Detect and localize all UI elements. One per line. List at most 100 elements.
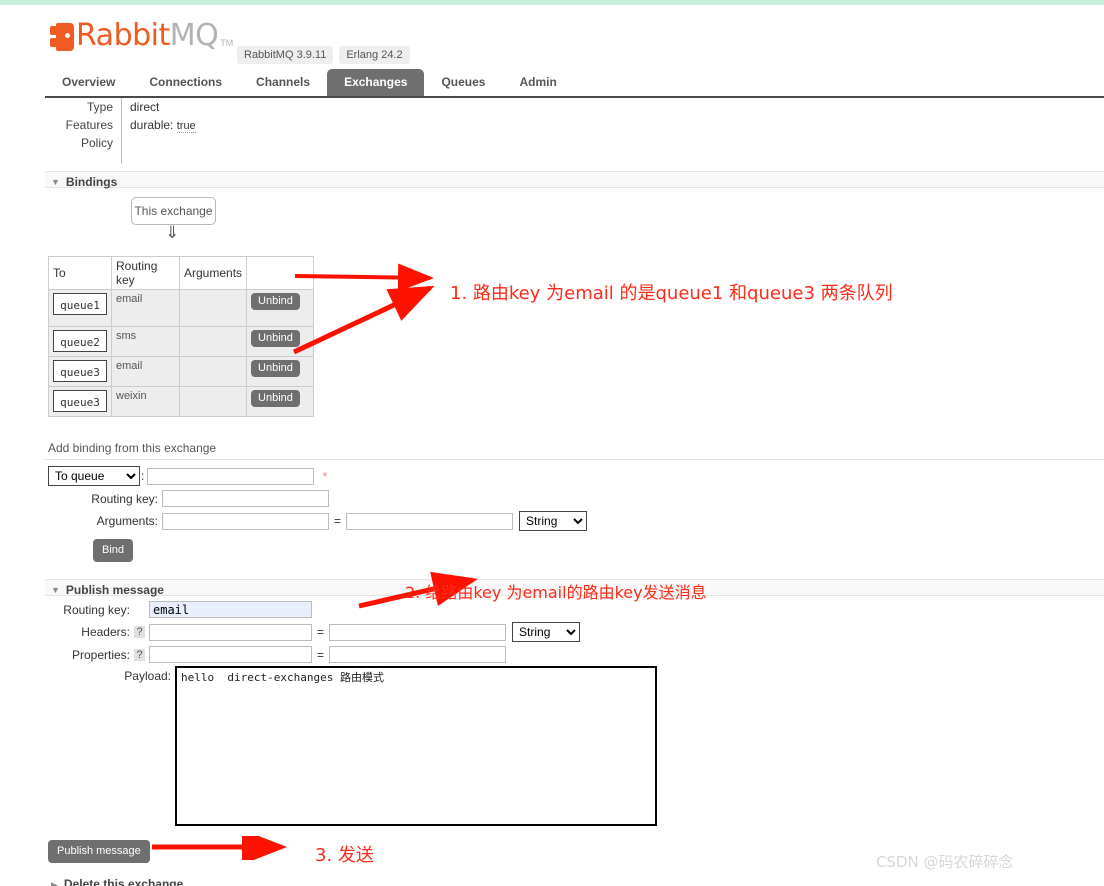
- value-type: direct: [130, 100, 160, 114]
- binding-destination-select[interactable]: To queue To exchange: [48, 466, 140, 486]
- tab-admin[interactable]: Admin: [502, 69, 573, 96]
- help-icon[interactable]: ?: [134, 648, 145, 661]
- publish-payload-textarea[interactable]: hello direct-exchanges 路由模式: [175, 666, 657, 826]
- binding-routing-key-input[interactable]: [162, 490, 329, 507]
- publish-message-form: Routing key: Headers: ? = String Number …: [48, 601, 581, 667]
- binding-arguments-cell: [178, 356, 248, 387]
- col-header-arguments: Arguments: [178, 256, 248, 290]
- main-navigation: Overview Connections Channels Exchanges …: [45, 69, 1104, 98]
- col-header-actions: [246, 256, 315, 290]
- table-row: queue2 sms Unbind: [48, 326, 315, 357]
- binding-arguments-cell: [178, 289, 248, 327]
- logo-text-rabbit: Rabbit: [76, 18, 170, 53]
- publish-properties-label: Properties:: [71, 647, 130, 662]
- queue-link[interactable]: queue2: [53, 330, 107, 352]
- publish-header-name-input[interactable]: [149, 623, 312, 641]
- tab-overview[interactable]: Overview: [45, 69, 132, 96]
- exchange-info-table: Type direct Features durable: true Polic…: [45, 98, 196, 164]
- unbind-button[interactable]: Unbind: [251, 390, 300, 407]
- annotation-text-3: 3. 发送: [315, 845, 374, 866]
- publish-properties-row: Properties: ? =: [48, 646, 580, 663]
- help-icon[interactable]: ?: [134, 626, 145, 638]
- add-binding-routing-key-row: Routing key:: [48, 490, 587, 507]
- binding-action-cell: Unbind: [246, 289, 315, 327]
- page-container: Rabbit MQ TM RabbitMQ 3.9.11 Erlang 24.2 Ov…: [45, 5, 1104, 886]
- binding-argument-name-input[interactable]: [162, 512, 329, 530]
- publish-routing-key-input[interactable]: [149, 601, 312, 618]
- feature-key-durable: durable:: [130, 118, 174, 132]
- rabbit-icon: [50, 23, 74, 51]
- exchange-properties: Type direct Features durable: true Polic…: [45, 98, 196, 164]
- flow-down-arrow-icon: ⇓: [165, 223, 180, 242]
- queue-link[interactable]: queue1: [53, 293, 107, 315]
- publish-routing-key-label: Routing key:: [63, 602, 130, 617]
- publish-payload-label: Payload:: [124, 669, 171, 683]
- binding-argument-type-select[interactable]: String Number Boolean List: [519, 511, 588, 531]
- app-header: Rabbit MQ TM RabbitMQ 3.9.11 Erlang 24.2: [45, 17, 1104, 64]
- table-row: queue3 email Unbind: [48, 356, 315, 387]
- binding-routing-key-cell: email: [111, 356, 180, 387]
- binding-action-cell: Unbind: [246, 356, 315, 387]
- binding-arguments-cell: [178, 386, 248, 417]
- tab-connections[interactable]: Connections: [132, 69, 239, 96]
- publish-button-wrapper: Publish message: [48, 840, 150, 863]
- queue-link[interactable]: queue3: [53, 390, 107, 412]
- divider: [45, 459, 1104, 460]
- info-row-features: Features durable: true: [45, 116, 196, 134]
- delete-exchange-section-header[interactable]: ▶ Delete this exchange: [45, 877, 1104, 886]
- label-type: Type: [45, 98, 122, 116]
- add-binding-title: Add binding from this exchange: [48, 441, 217, 455]
- publish-headers-row: Headers: ? = String Number Boolean List: [48, 622, 581, 642]
- tab-channels[interactable]: Channels: [239, 69, 327, 96]
- binding-destination-input[interactable]: [147, 467, 315, 485]
- chevron-down-icon: ▼: [51, 176, 60, 187]
- value-features: durable: true: [122, 116, 196, 134]
- publish-headers-label: Headers:: [81, 625, 130, 639]
- binding-destination-cell: queue3: [48, 356, 112, 387]
- tab-queues[interactable]: Queues: [424, 69, 502, 96]
- unbind-button[interactable]: Unbind: [251, 330, 300, 347]
- chevron-down-icon: ▼: [51, 584, 60, 595]
- publish-message-button[interactable]: Publish message: [48, 840, 150, 863]
- bind-button[interactable]: Bind: [93, 539, 134, 562]
- unbind-button[interactable]: Unbind: [251, 360, 300, 377]
- publish-section-title: Publish message: [65, 582, 164, 597]
- logo-text-mq: MQ: [169, 18, 219, 53]
- bindings-table-head: To Routing key Arguments: [48, 256, 315, 290]
- binding-arguments-label: Arguments:: [96, 514, 158, 528]
- publish-property-name-input[interactable]: [149, 646, 312, 663]
- binding-destination-cell: queue3: [48, 386, 112, 417]
- binding-destination-cell: queue1: [48, 289, 112, 327]
- bindings-section-title: Bindings: [65, 174, 118, 189]
- queue-link[interactable]: queue3: [53, 360, 107, 382]
- publish-header-value-input[interactable]: [329, 623, 507, 641]
- add-binding-form: To queue To exchange : * Routing key: Ar…: [48, 466, 588, 535]
- info-row-type: Type direct: [45, 98, 196, 116]
- binding-routing-key-cell: email: [111, 289, 180, 327]
- bindings-section-header[interactable]: ▼ Bindings: [45, 171, 1104, 189]
- unbind-button[interactable]: Unbind: [251, 293, 300, 310]
- binding-routing-key-label: Routing key:: [91, 491, 158, 506]
- annotation-text-1: 1. 路由key 为email 的是queue1 和queue3 两条队列: [450, 283, 893, 304]
- info-row-policy: Policy: [45, 134, 196, 164]
- add-binding-arguments-row: Arguments: = String Number Boolean List: [48, 511, 588, 531]
- rabbitmq-logo[interactable]: Rabbit MQ TM: [50, 21, 233, 51]
- erlang-version-badge: Erlang 24.2: [339, 46, 410, 64]
- annotation-text-2: 2. 给路由key 为email的路由key发送消息: [405, 583, 707, 602]
- table-row: queue3 weixin Unbind: [48, 386, 315, 417]
- this-exchange-box: This exchange: [131, 197, 216, 225]
- csdn-watermark: CSDN @码农碎碎念: [876, 853, 1014, 871]
- destination-colon: :: [141, 469, 145, 483]
- publish-header-type-select[interactable]: String Number Boolean List: [512, 622, 581, 642]
- tab-exchanges[interactable]: Exchanges: [327, 69, 425, 96]
- bindings-table-body: queue1 email Unbind queue2 sms Unbind qu…: [48, 289, 315, 417]
- col-header-routing-key: Routing key: [111, 256, 180, 290]
- delete-exchange-title: Delete this exchange: [63, 877, 184, 886]
- binding-argument-value-input[interactable]: [346, 512, 514, 530]
- binding-action-cell: Unbind: [246, 386, 315, 417]
- bindings-table: To Routing key Arguments queue1 email Un…: [48, 256, 315, 417]
- publish-property-value-input[interactable]: [329, 646, 507, 663]
- feature-value-durable: true: [176, 120, 196, 133]
- binding-arguments-cell: [178, 326, 248, 357]
- add-binding-destination-row: To queue To exchange : *: [48, 466, 587, 486]
